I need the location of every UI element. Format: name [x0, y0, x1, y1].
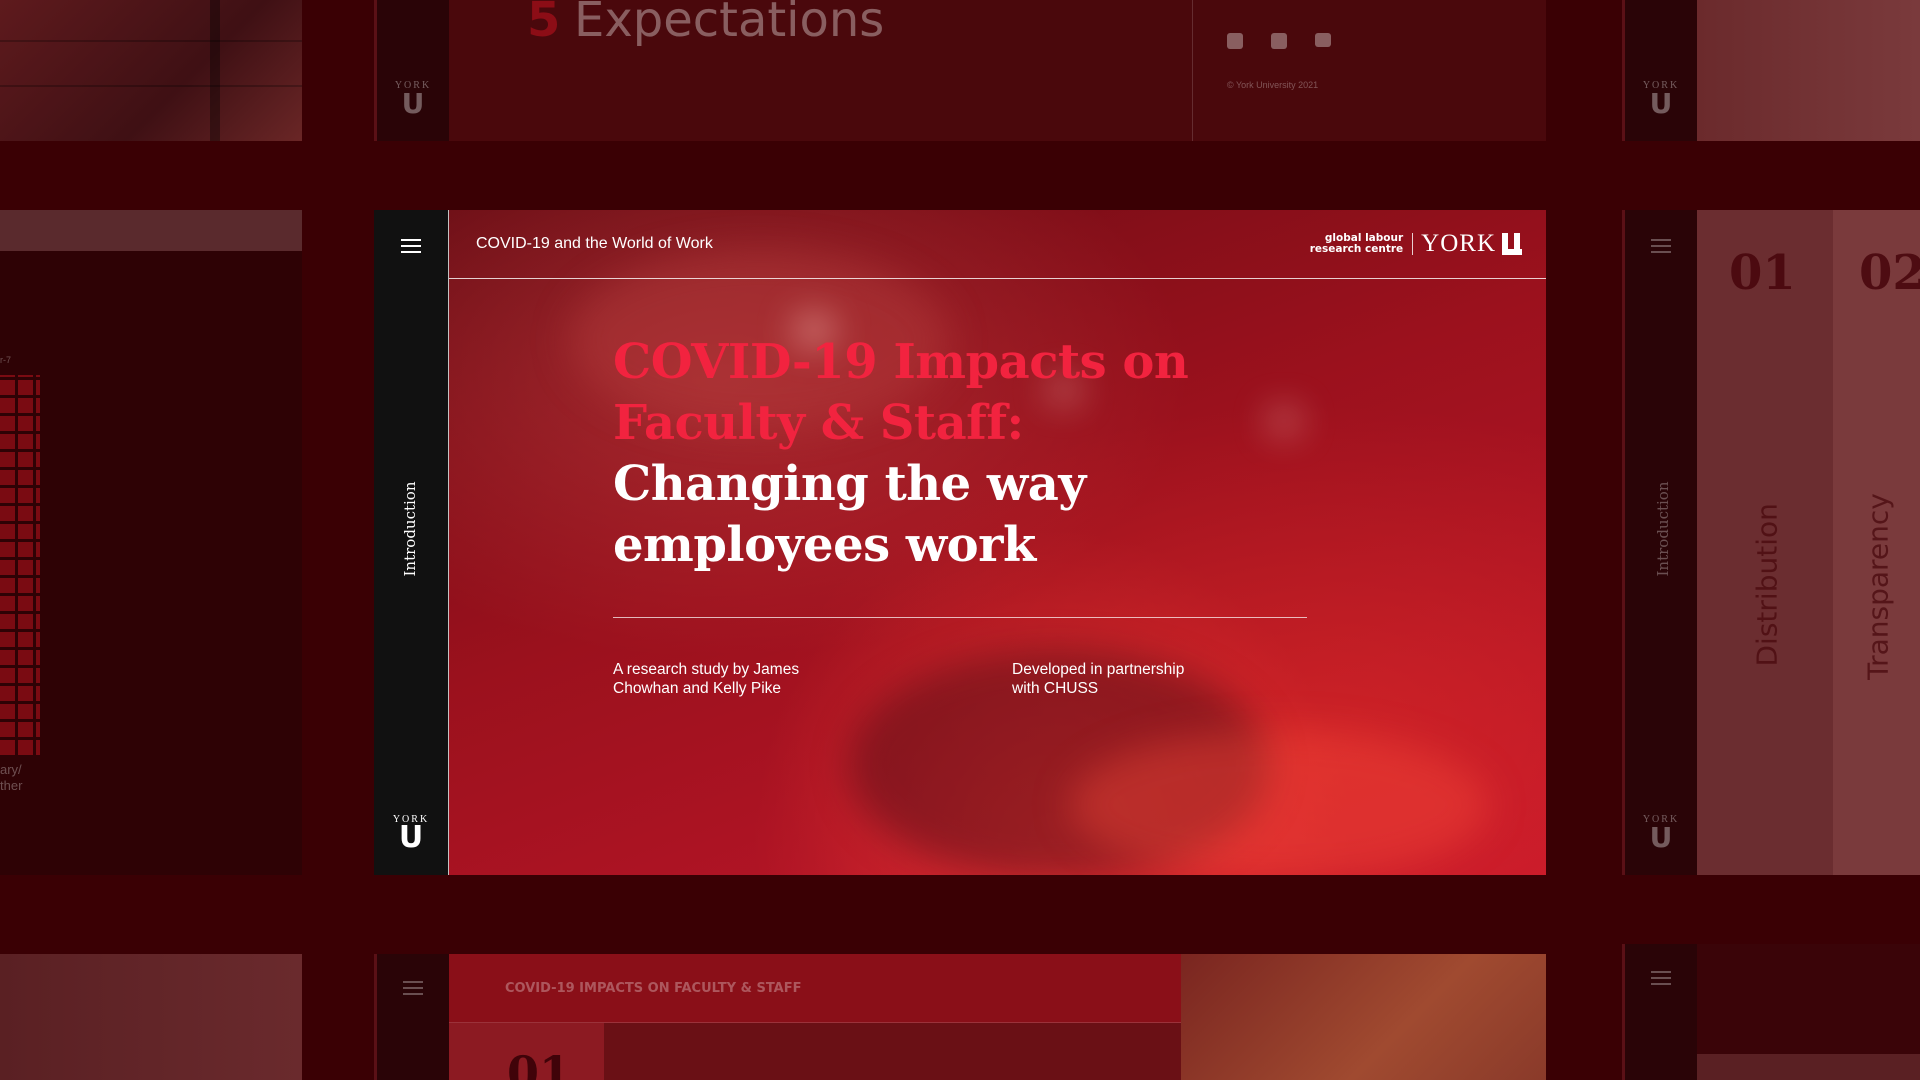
- menu-icon[interactable]: [1651, 239, 1671, 253]
- slide-title: Expectations: [574, 0, 885, 48]
- glrc-logo: global labour research centre: [1310, 233, 1414, 255]
- footer-divider: [1192, 0, 1193, 141]
- column-label: Distribution: [1750, 503, 1784, 667]
- facebook-icon[interactable]: [1227, 33, 1243, 49]
- bottom-left-tile: [0, 954, 302, 1080]
- column-distribution[interactable]: 01 Distribution: [1697, 210, 1833, 875]
- byline-partner: Developed in partnership with CHUSS: [1012, 661, 1185, 697]
- page-title: COVID-19 Impacts on Faculty & Staff: Cha…: [613, 332, 1293, 576]
- menu-icon[interactable]: [401, 239, 421, 253]
- right-slide[interactable]: Introduction YORK U 01 Distribution 02 T…: [1622, 210, 1920, 875]
- slide-number: 5: [527, 0, 561, 48]
- byline-authors: A research study by James Chowhan and Ke…: [613, 661, 800, 697]
- york-wordmark: YORK: [1421, 230, 1496, 257]
- section-label: Introduction: [401, 481, 419, 577]
- header-title: COVID-19 IMPACTS ON FACULTY & STAFF: [505, 981, 802, 996]
- bg-floor-glow: [1069, 730, 1489, 875]
- youtube-icon[interactable]: [1315, 33, 1331, 47]
- divider: [613, 617, 1307, 618]
- top-slide[interactable]: YORK U 5 Expectations © York University …: [374, 0, 1546, 141]
- left-chart-slide[interactable]: r-7 ary/ ther: [0, 210, 302, 875]
- menu-icon[interactable]: [403, 981, 423, 995]
- york-logo: YORK U: [1642, 814, 1680, 854]
- waffle-chart: [0, 375, 40, 755]
- header-title: COVID-19 and the World of Work: [476, 235, 713, 252]
- copyright-text: © York University 2021: [1227, 80, 1319, 90]
- title-plain: Changing the way employees work: [613, 456, 1086, 573]
- title-accent: COVID-19 Impacts on Faculty & Staff:: [613, 334, 1189, 451]
- axis-fragment: r-7: [0, 355, 11, 365]
- side-navigation-rail: Introduction YORK U: [374, 210, 449, 875]
- top-left-photo-tile: [0, 0, 302, 141]
- menu-icon[interactable]: [1651, 971, 1671, 985]
- column-number: 01: [1729, 245, 1796, 301]
- bottom-slide[interactable]: COVID-19 IMPACTS ON FACULTY & STAFF 01: [374, 954, 1546, 1080]
- top-right-tile: YORK U: [1622, 0, 1920, 141]
- column-transparency[interactable]: 02 Transparency: [1833, 210, 1920, 875]
- main-slide: Introduction YORK U COVID-19 and the Wor…: [374, 210, 1546, 875]
- top-slide-rail: YORK U: [374, 0, 449, 141]
- legend-text: ary/ ther: [0, 762, 23, 793]
- section-number: 01: [507, 1046, 572, 1080]
- york-logo: YORK U: [394, 80, 432, 120]
- york-logo: YORK U: [392, 814, 430, 855]
- hero-area: COVID-19 and the World of Work global la…: [449, 210, 1546, 875]
- partner-logos[interactable]: global labour research centre YORK: [1310, 230, 1522, 258]
- header-bar: COVID-19 and the World of Work global la…: [449, 210, 1546, 279]
- column-number: 02: [1859, 245, 1920, 301]
- york-u-icon: [1500, 233, 1522, 255]
- section-label: Introduction: [1654, 481, 1672, 577]
- column-label: Transparency: [1861, 493, 1895, 680]
- york-logo: YORK U: [1642, 80, 1680, 120]
- twitter-icon[interactable]: [1271, 33, 1287, 49]
- social-links: [1227, 33, 1331, 49]
- bottom-right-tile: [1622, 944, 1920, 1080]
